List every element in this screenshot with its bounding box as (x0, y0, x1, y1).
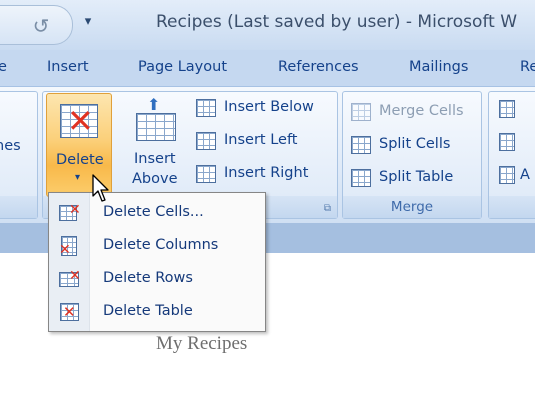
chevron-down-icon: ▾ (75, 172, 81, 183)
quick-access-toolbar: ↺ (0, 5, 73, 45)
split-table-label: Split Table (379, 169, 454, 185)
menu-item-label: Delete Table (103, 303, 193, 319)
insert-above-label-1: Insert (134, 151, 176, 167)
tab-references[interactable]: References (278, 59, 359, 75)
insert-left-button[interactable]: Insert Left (196, 128, 332, 156)
insert-above-icon (136, 113, 176, 141)
split-cells-button[interactable]: Split Cells (351, 133, 479, 159)
split-cells-label: Split Cells (379, 136, 451, 152)
insert-below-label: Insert Below (224, 99, 314, 115)
insert-below-button[interactable]: Insert Below (196, 95, 332, 123)
delete-cells-icon: ✕ (59, 203, 81, 223)
mouse-cursor-icon (92, 174, 109, 202)
red-x-icon: ✕ (67, 102, 94, 140)
ribbon-tabs: e Insert Page Layout References Mailings… (0, 50, 535, 86)
partial-right-label[interactable]: A (520, 167, 530, 183)
distribute-rows-icon[interactable] (499, 133, 515, 151)
split-cells-icon (351, 136, 371, 154)
dialog-launcher-icon[interactable]: ⧉ (324, 203, 331, 214)
menu-item-label: Delete Rows (103, 270, 193, 286)
insert-below-icon (196, 99, 216, 117)
merge-cells-icon (351, 103, 371, 121)
tab-page-layout[interactable]: Page Layout (138, 59, 227, 75)
tab-review-partial[interactable]: Re (520, 59, 535, 75)
split-table-icon (351, 169, 371, 187)
menu-item-delete-columns[interactable]: ✕ Delete Columns (49, 230, 265, 263)
menu-item-delete-rows[interactable]: ✕ Delete Rows (49, 263, 265, 296)
delete-columns-icon: ✕ (59, 236, 81, 257)
split-table-button[interactable]: Split Table (351, 166, 479, 192)
arrow-up-icon: ⬆ (147, 95, 161, 114)
merge-group-label: Merge (343, 196, 481, 218)
ribbon-group-merge: Merge Cells Split Cells Split Table Merg… (342, 91, 482, 219)
insert-right-label: Insert Right (224, 165, 309, 181)
autofit-icon[interactable] (499, 166, 515, 184)
tab-home-partial[interactable]: e (0, 59, 7, 75)
ribbon-group-partial-left: nes (0, 91, 38, 219)
document-heading[interactable]: My Recipes (156, 333, 247, 355)
menu-item-delete-cells[interactable]: ✕ Delete Cells... (49, 197, 265, 230)
merge-cells-button[interactable]: Merge Cells (351, 100, 479, 126)
merge-cells-label: Merge Cells (379, 103, 464, 119)
customize-toolbar-icon[interactable]: ▾ (80, 12, 96, 32)
redo-icon[interactable]: ↺ (30, 15, 52, 37)
insert-above-label-2: Above (132, 171, 178, 187)
title-bar: ↺ ▾ Recipes (Last saved by user) - Micro… (0, 0, 535, 50)
tab-mailings[interactable]: Mailings (409, 59, 468, 75)
insert-left-label: Insert Left (224, 132, 298, 148)
delete-dropdown-menu: ✕ Delete Cells... ✕ Delete Columns ✕ Del… (48, 192, 266, 332)
insert-above-button[interactable]: ⬆ Insert Above (126, 93, 188, 197)
ribbon-group-partial-right: A (488, 91, 535, 219)
delete-rows-icon: ✕ (59, 269, 81, 289)
insert-right-icon (196, 165, 216, 183)
tab-insert[interactable]: Insert (47, 59, 89, 75)
partial-left-label[interactable]: nes (0, 138, 21, 154)
delete-table-icon: ✕ (59, 302, 81, 322)
menu-item-label: Delete Cells... (103, 204, 204, 220)
menu-item-delete-table[interactable]: ✕ Delete Table (49, 296, 265, 329)
window-title: Recipes (Last saved by user) - Microsoft… (156, 12, 518, 32)
cell-size-icon[interactable] (499, 100, 515, 118)
insert-left-icon (196, 132, 216, 150)
menu-item-label: Delete Columns (103, 237, 219, 253)
insert-right-button[interactable]: Insert Right (196, 161, 332, 189)
delete-button-label: Delete (56, 152, 104, 168)
